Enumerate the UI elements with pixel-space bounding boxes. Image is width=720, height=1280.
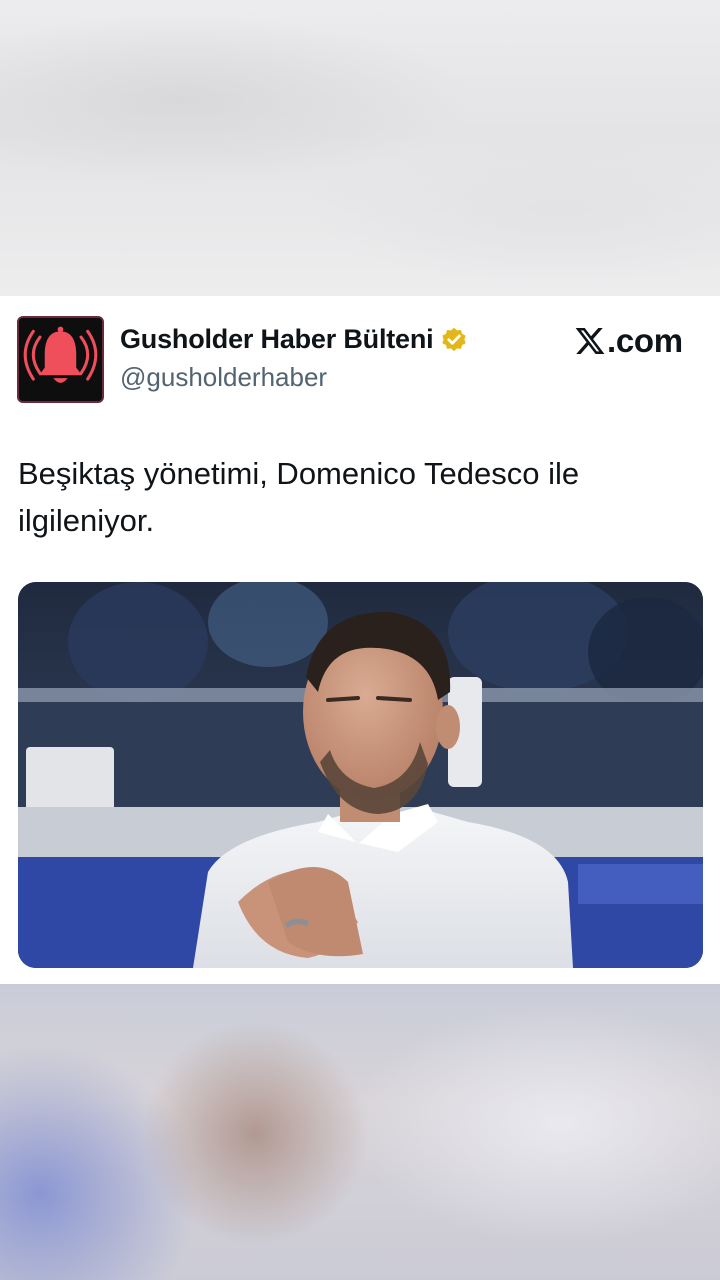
verified-badge-icon — [440, 326, 468, 354]
source-x-com: .com — [574, 322, 683, 360]
profile-avatar[interactable] — [17, 316, 104, 403]
x-logo-icon — [575, 328, 605, 354]
coach-photo — [18, 582, 703, 968]
source-domain: .com — [607, 322, 683, 359]
post-card[interactable]: Gusholder Haber Bülteni @gusholderhaber … — [0, 296, 720, 984]
post-image[interactable] — [18, 582, 703, 968]
blurred-background-top — [0, 0, 720, 296]
post-text: Beşiktaş yönetimi, Domenico Tedesco ile … — [18, 456, 580, 538]
display-name[interactable]: Gusholder Haber Bülteni — [120, 324, 434, 355]
user-handle[interactable]: @gusholderhaber — [120, 362, 327, 393]
blurred-background-bottom — [0, 984, 720, 1280]
red-bell-icon — [19, 318, 102, 401]
